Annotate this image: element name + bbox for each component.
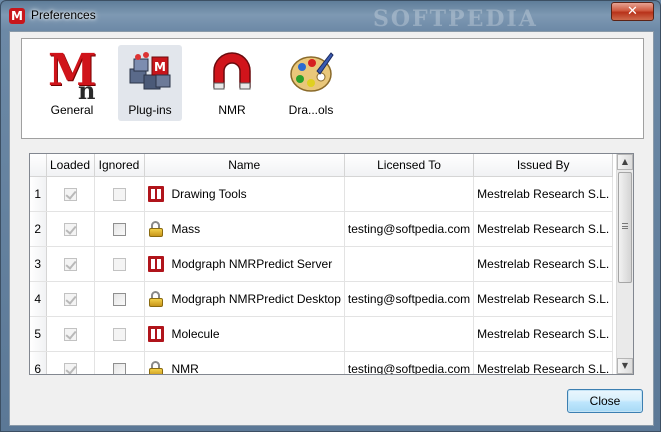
licensed-to-cell [344,316,475,352]
scroll-down-arrow-icon[interactable]: ▼ [617,358,633,374]
loaded-checkbox [63,222,77,236]
licensed-to-cell: testing@softpedia.com [344,211,475,247]
row-number: 3 [30,246,47,282]
drawing-palette-icon [287,47,335,95]
issued-by-cell: Mestrelab Research S.L. [473,246,614,282]
plugin-name: Modgraph NMRPredict Server [171,256,333,271]
preferences-window: M Preferences SOFTPEDIA ✕ Mn General M P… [0,0,661,432]
loaded-checkbox [63,292,77,306]
column-header-name[interactable]: Name [144,154,345,177]
issued-by-cell: Mestrelab Research S.L. [473,211,614,247]
column-header-rownum [30,154,47,177]
licensed-to-cell [344,176,475,212]
category-general[interactable]: Mn General [40,45,104,121]
table-row[interactable]: 5 Molecule Mestrelab Research S.L. [30,316,614,352]
plugin-name: Mass [171,221,201,236]
svg-text:M: M [154,60,166,74]
plugin-name: NMR [171,361,199,375]
app-logo-icon: M [9,8,25,24]
table-row[interactable]: 4 Modgraph NMRPredict Desktop testing@so… [30,281,614,317]
loaded-checkbox [63,327,77,341]
category-label: Dra...ols [288,103,334,117]
watermark-text: SOFTPEDIA [373,6,538,32]
ignored-checkbox [112,187,126,201]
category-label: Plug-ins [128,103,172,117]
vertical-scrollbar[interactable]: ▲ ▼ [616,154,633,374]
plugins-table: Loaded Ignored Name Licensed To Issued B… [29,153,634,375]
row-number: 2 [30,211,47,247]
category-drawing-tools[interactable]: Dra...ols [279,45,343,121]
padlock-icon [148,290,164,307]
plugins-blocks-icon: M [126,47,174,95]
plugin-name: Drawing Tools [171,186,247,201]
ignored-checkbox[interactable] [112,362,126,374]
dialog-body: Mn General M Plug-ins NMR Dra...ols Load… [9,31,654,426]
row-number: 5 [30,316,47,352]
row-number: 6 [30,351,47,374]
plugin-name: Modgraph NMRPredict Desktop [171,291,341,306]
column-header-ignored[interactable]: Ignored [94,154,145,177]
padlock-icon [148,220,164,237]
close-button[interactable]: Close [567,389,643,413]
category-nmr[interactable]: NMR [200,45,264,121]
ignored-checkbox [112,327,126,341]
grip-icon [622,223,628,229]
column-header-loaded[interactable]: Loaded [46,154,95,177]
category-panel: Mn General M Plug-ins NMR Dra...ols [21,38,644,139]
mestrenova-logo-icon: Mn [48,45,97,106]
category-plugins[interactable]: M Plug-ins [118,45,182,121]
loaded-checkbox [63,187,77,201]
licensed-to-cell: testing@softpedia.com [344,281,475,317]
scroll-up-arrow-icon[interactable]: ▲ [617,154,633,170]
window-title: Preferences [31,8,96,22]
padlock-icon [148,360,164,374]
ignored-checkbox[interactable] [112,292,126,306]
column-header-licensed-to[interactable]: Licensed To [344,154,475,177]
title-bar[interactable]: M Preferences SOFTPEDIA ✕ [1,1,660,32]
plugin-m-icon [147,325,164,342]
window-close-button[interactable]: ✕ [611,2,654,21]
issued-by-cell: Mestrelab Research S.L. [473,351,614,374]
scrollbar-thumb[interactable] [618,172,632,283]
licensed-to-cell [344,246,475,282]
row-number: 4 [30,281,47,317]
licensed-to-cell: testing@softpedia.com [344,351,475,374]
plugin-name: Molecule [171,326,220,341]
plugin-m-icon [147,255,164,272]
category-label: NMR [218,103,246,117]
issued-by-cell: Mestrelab Research S.L. [473,316,614,352]
ignored-checkbox[interactable] [112,222,126,236]
table-row[interactable]: 6 NMR testing@softpedia.com Mestrelab Re… [30,351,614,375]
table-row[interactable]: 2 Mass testing@softpedia.com Mestrelab R… [30,211,614,247]
loaded-checkbox [63,257,77,271]
table-header-row: Loaded Ignored Name Licensed To Issued B… [30,154,614,177]
column-header-issued-by[interactable]: Issued By [473,154,614,177]
loaded-checkbox [63,362,77,374]
issued-by-cell: Mestrelab Research S.L. [473,176,614,212]
table-row[interactable]: 1 Drawing Tools Mestrelab Research S.L. [30,176,614,212]
issued-by-cell: Mestrelab Research S.L. [473,281,614,317]
table-row[interactable]: 3 Modgraph NMRPredict Server Mestrelab R… [30,246,614,282]
nmr-magnet-icon [208,47,256,95]
ignored-checkbox [112,257,126,271]
plugin-m-icon [147,185,164,202]
row-number: 1 [30,176,47,212]
